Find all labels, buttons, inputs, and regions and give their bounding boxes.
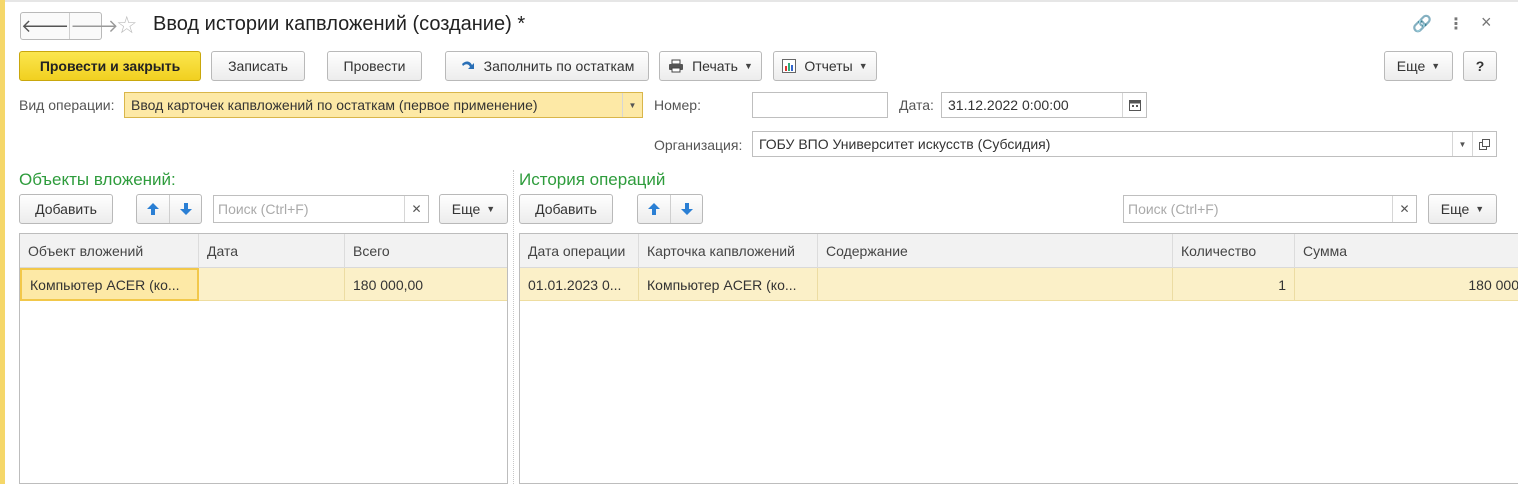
- link-icon[interactable]: 🔗: [1412, 14, 1432, 34]
- save-button[interactable]: Записать: [211, 51, 305, 81]
- window-left-accent: [0, 0, 5, 484]
- object-cell[interactable]: Компьютер ACER (ко...: [20, 268, 199, 301]
- history-add-button[interactable]: Добавить: [519, 194, 613, 224]
- report-chart-icon: [782, 59, 797, 73]
- objects-add-button[interactable]: Добавить: [19, 194, 113, 224]
- column-header-total[interactable]: Всего: [345, 234, 507, 268]
- date-label: Дата:: [899, 97, 934, 113]
- organization-select[interactable]: ГОБУ ВПО Университет искусств (Субсидия)…: [752, 131, 1497, 157]
- column-header-content[interactable]: Содержание: [818, 234, 1173, 268]
- objects-table-header: Объект вложений Дата Всего: [20, 234, 507, 268]
- column-header-object[interactable]: Объект вложений: [20, 234, 199, 268]
- objects-search-placeholder: Поиск (Ctrl+F): [218, 201, 309, 217]
- move-down-button[interactable]: [169, 195, 201, 223]
- date-field[interactable]: 31.12.2022 0:00:00: [941, 92, 1147, 118]
- open-form-icon[interactable]: [1472, 132, 1496, 156]
- chevron-down-icon: ▼: [1431, 61, 1441, 71]
- history-search-input[interactable]: Поиск (Ctrl+F) ✕: [1123, 195, 1417, 223]
- table-row[interactable]: Компьютер ACER (ко... 180 000,00: [20, 268, 507, 301]
- more-button[interactable]: Еще ▼: [1384, 51, 1453, 81]
- move-up-button[interactable]: [638, 195, 670, 223]
- fill-from-balances-label: Заполнить по остаткам: [483, 58, 635, 74]
- total-cell[interactable]: 180 000,00: [345, 268, 507, 301]
- card-cell[interactable]: Компьютер ACER (ко...: [639, 268, 818, 301]
- arrow-down-icon: [680, 203, 693, 215]
- chevron-down-icon: ▼: [1475, 204, 1485, 214]
- move-down-button[interactable]: [670, 195, 702, 223]
- history-section-title: История операций: [519, 170, 666, 189]
- organization-label: Организация:: [654, 137, 743, 153]
- printer-icon: [668, 59, 684, 73]
- arrow-down-icon: [179, 203, 192, 215]
- clear-search-icon[interactable]: ✕: [404, 196, 428, 222]
- quantity-cell[interactable]: 1: [1173, 268, 1295, 301]
- arrow-up-icon: [648, 203, 660, 215]
- favorite-star-icon[interactable]: ☆: [116, 11, 138, 40]
- objects-section-title: Объекты вложений:: [19, 170, 176, 189]
- move-up-button[interactable]: [137, 195, 169, 223]
- print-label: Печать: [692, 58, 738, 74]
- operation-date-cell[interactable]: 01.01.2023 0...: [520, 268, 639, 301]
- objects-search-input[interactable]: Поиск (Ctrl+F) ✕: [213, 195, 429, 223]
- window-title: Ввод истории капвложений (создание) *: [153, 13, 526, 35]
- number-field[interactable]: [752, 92, 888, 118]
- fill-arrow-icon: [460, 59, 476, 73]
- column-header-date[interactable]: Дата: [199, 234, 345, 268]
- chevron-down-icon: ▼: [858, 61, 868, 71]
- objects-table: Объект вложений Дата Всего Компьютер ACE…: [19, 233, 508, 484]
- panel-splitter[interactable]: [513, 170, 514, 484]
- chevron-down-icon: ▼: [486, 204, 496, 214]
- fill-from-balances-button[interactable]: Заполнить по остаткам: [445, 51, 649, 81]
- navigation-buttons: 🡐 🡒: [20, 12, 119, 40]
- sum-cell[interactable]: 180 000: [1295, 268, 1518, 301]
- operation-type-select[interactable]: Ввод карточек капвложений по остаткам (п…: [124, 92, 643, 118]
- chevron-down-icon[interactable]: ▼: [622, 93, 642, 117]
- chevron-down-icon[interactable]: ▼: [1452, 132, 1472, 156]
- history-search-placeholder: Поиск (Ctrl+F): [1128, 201, 1219, 217]
- print-button[interactable]: Печать ▼: [659, 51, 762, 81]
- column-header-operation-date[interactable]: Дата операции: [520, 234, 639, 268]
- column-header-sum[interactable]: Сумма: [1295, 234, 1518, 268]
- column-header-card[interactable]: Карточка капвложений: [639, 234, 818, 268]
- number-label: Номер:: [654, 97, 701, 113]
- history-more-label: Еще: [1440, 201, 1470, 217]
- history-move-buttons: [637, 194, 703, 224]
- arrow-right-icon: 🡒: [70, 15, 119, 36]
- close-icon[interactable]: ×: [1481, 12, 1492, 33]
- help-button[interactable]: ?: [1463, 51, 1497, 81]
- table-row[interactable]: 01.01.2023 0... Компьютер ACER (ко... 1 …: [520, 268, 1518, 301]
- forward-button[interactable]: 🡒: [69, 13, 119, 39]
- calendar-icon[interactable]: [1122, 93, 1146, 117]
- more-actions-icon[interactable]: ⋮: [1448, 14, 1464, 34]
- operation-type-value: Ввод карточек капвложений по остаткам (п…: [131, 97, 538, 113]
- date-value: 31.12.2022 0:00:00: [948, 97, 1069, 113]
- organization-value: ГОБУ ВПО Университет искусств (Субсидия): [759, 136, 1051, 152]
- history-table: Дата операции Карточка капвложений Содер…: [519, 233, 1518, 484]
- objects-move-buttons: [136, 194, 202, 224]
- window-top-border: [5, 0, 1518, 2]
- history-table-header: Дата операции Карточка капвложений Содер…: [520, 234, 1518, 268]
- arrow-up-icon: [147, 203, 159, 215]
- operation-type-label: Вид операции:: [19, 97, 115, 113]
- column-header-quantity[interactable]: Количество: [1173, 234, 1295, 268]
- back-button[interactable]: 🡐: [21, 13, 69, 39]
- post-and-close-button[interactable]: Провести и закрыть: [19, 51, 201, 81]
- chevron-down-icon: ▼: [743, 61, 753, 71]
- post-button[interactable]: Провести: [327, 51, 422, 81]
- reports-button[interactable]: Отчеты ▼: [773, 51, 877, 81]
- content-cell[interactable]: [818, 268, 1173, 301]
- history-more-button[interactable]: Еще ▼: [1428, 194, 1497, 224]
- date-cell[interactable]: [199, 268, 345, 301]
- objects-more-label: Еще: [451, 201, 481, 217]
- arrow-left-icon: 🡐: [21, 15, 70, 36]
- more-label: Еще: [1396, 58, 1426, 74]
- objects-more-button[interactable]: Еще ▼: [439, 194, 508, 224]
- reports-label: Отчеты: [804, 58, 853, 74]
- clear-search-icon[interactable]: ✕: [1392, 196, 1416, 222]
